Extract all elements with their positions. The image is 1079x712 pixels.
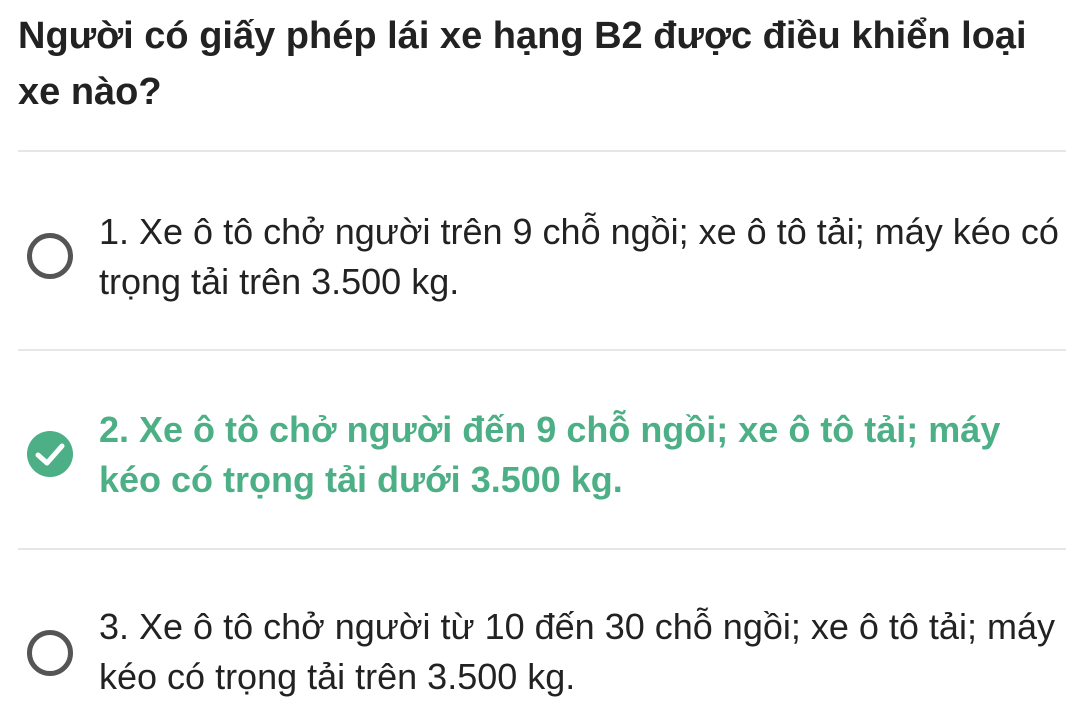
divider (18, 548, 1066, 550)
answer-text: 2. Xe ô tô chở người đến 9 chỗ ngồi; xe … (99, 409, 1001, 500)
radio-empty-icon[interactable] (27, 630, 73, 676)
answer-text: 3. Xe ô tô chở người từ 10 đến 30 chỗ ng… (99, 606, 1055, 697)
divider (18, 150, 1066, 152)
radio-empty-icon[interactable] (27, 233, 73, 279)
check-circle-icon[interactable] (27, 431, 73, 477)
answer-text: 1. Xe ô tô chở người trên 9 chỗ ngồi; xe… (99, 211, 1059, 302)
question-text: Người có giấy phép lái xe hạng B2 được đ… (18, 15, 1027, 113)
divider (18, 349, 1066, 351)
